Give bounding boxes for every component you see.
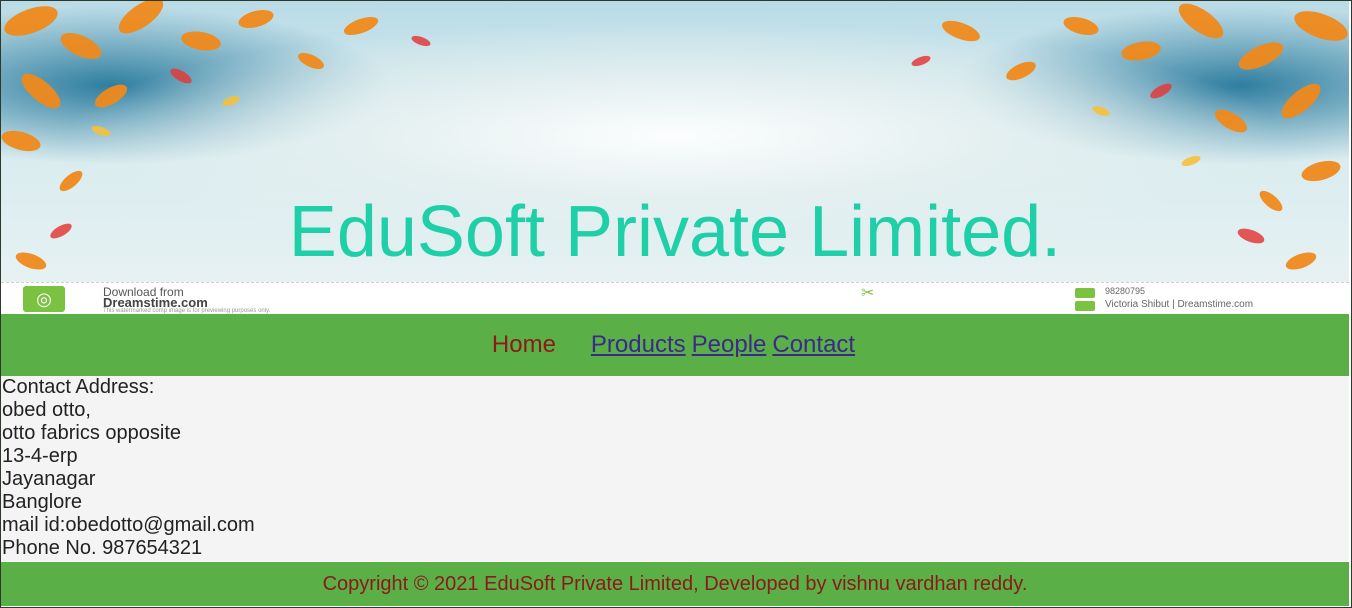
header-banner: EduSoft Private Limited. bbox=[1, 1, 1349, 282]
nav-products-link[interactable]: Products bbox=[591, 331, 686, 359]
contact-address-section: Contact Address: obed otto, otto fabrics… bbox=[1, 376, 1349, 561]
copyright-text: Copyright © 2021 EduSoft Private Limited… bbox=[322, 572, 1028, 595]
site-title: EduSoft Private Limited. bbox=[288, 192, 1062, 272]
contact-line: Jayanagar bbox=[2, 468, 96, 490]
scissors-icon: ✂ bbox=[861, 285, 875, 302]
watermark-author: Victoria Shibut | Dreamstime.com bbox=[1105, 299, 1254, 310]
footer: Copyright © 2021 EduSoft Private Limited… bbox=[1, 562, 1349, 606]
contact-name: obed otto, bbox=[2, 399, 91, 421]
nav-people-link[interactable]: People bbox=[692, 331, 767, 359]
contact-line: otto fabrics opposite bbox=[2, 422, 181, 444]
watermark-image-id: 98280795 bbox=[1105, 286, 1146, 296]
dreamstime-logo-icon: ◎ bbox=[23, 286, 65, 312]
contact-line: 13-4-erp bbox=[2, 445, 78, 467]
contact-email: mail id:obedotto@gmail.com bbox=[2, 514, 255, 536]
id-icon bbox=[1075, 288, 1095, 298]
nav-home[interactable]: Home bbox=[492, 331, 556, 359]
nav-contact-link[interactable]: Contact bbox=[772, 331, 855, 359]
main-nav: Home Products People Contact bbox=[1, 314, 1349, 376]
contact-phone: Phone No. 987654321 bbox=[2, 537, 203, 559]
author-icon bbox=[1075, 301, 1095, 311]
contact-city: Banglore bbox=[2, 491, 83, 513]
contact-heading: Contact Address: bbox=[2, 376, 155, 398]
dreamstime-watermark-strip: ◎ Download from Dreamstime.com This wate… bbox=[1, 282, 1349, 315]
